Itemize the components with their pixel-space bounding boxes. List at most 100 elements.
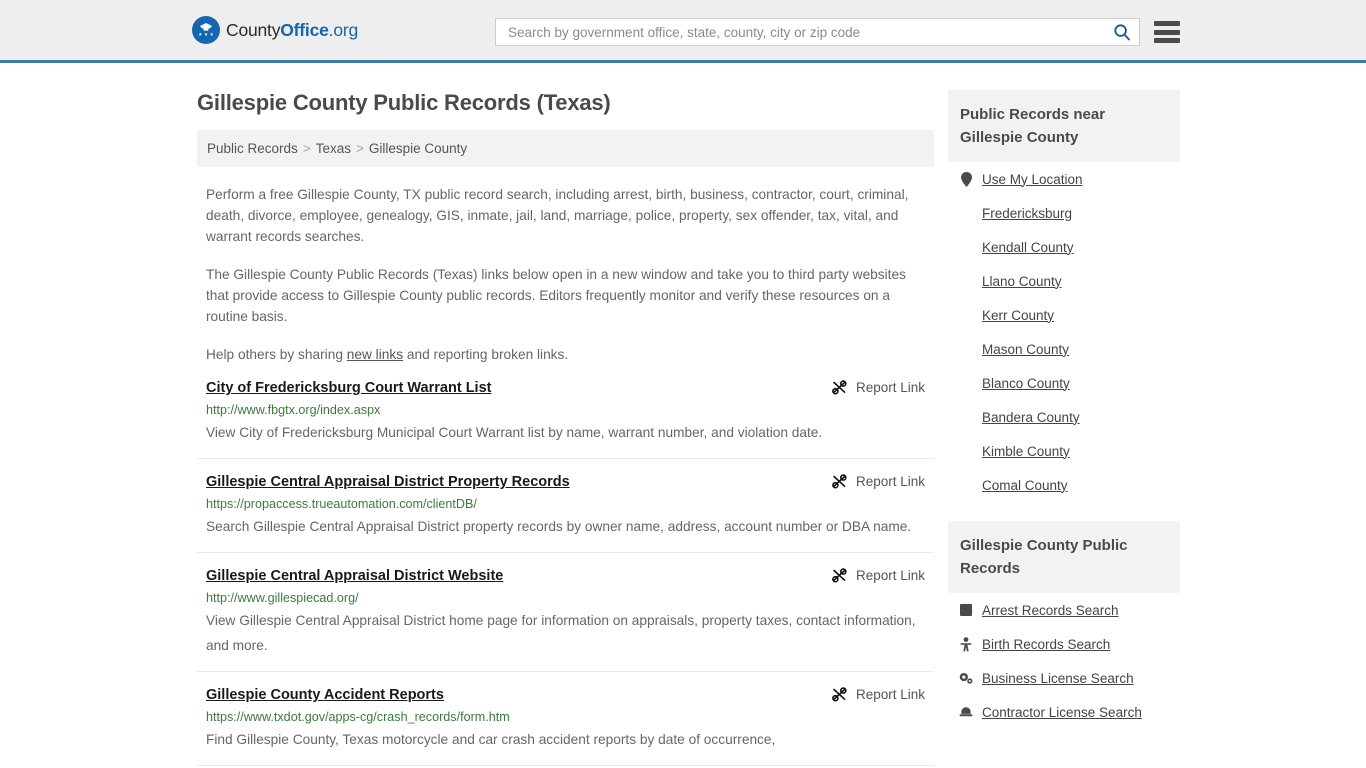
header-search-area	[495, 18, 1180, 46]
result-description: Find Gillespie County, Texas motorcycle …	[206, 732, 776, 747]
sidebar-link-label[interactable]: Contractor License Search	[982, 705, 1142, 720]
sidebar-link-label[interactable]: Bandera County	[982, 410, 1080, 425]
sidebar-item-comal-county[interactable]: Comal County	[948, 468, 1180, 502]
search-icon[interactable]	[1113, 23, 1131, 41]
sidebar-item-birth-records-search[interactable]: Birth Records Search	[948, 627, 1180, 661]
sidebar-item-llano-county[interactable]: Llano County	[948, 264, 1180, 298]
sidebar-link-label[interactable]: Comal County	[982, 478, 1068, 493]
result-title-link[interactable]: Gillespie Central Appraisal District Web…	[206, 567, 503, 585]
hard-hat-icon	[959, 704, 973, 720]
sidebar-link-label[interactable]: Mason County	[982, 342, 1069, 357]
sidebar-nearby-heading: Public Records near Gillespie County	[948, 90, 1180, 162]
help-prefix: Help others by sharing	[206, 347, 347, 362]
site-header: CountyOffice.org	[0, 0, 1366, 63]
page-title: Gillespie County Public Records (Texas)	[197, 90, 611, 115]
breadcrumb-item-gillespie-county[interactable]: Gillespie County	[369, 141, 467, 156]
logo-text-org: .org	[328, 19, 359, 40]
sidebar-link-label[interactable]: Use My Location	[982, 172, 1083, 187]
report-link-button[interactable]: Report Link	[831, 379, 925, 396]
sidebar-item-fredericksburg[interactable]: Fredericksburg	[948, 196, 1180, 230]
sidebar-item-arrest-records-search[interactable]: Arrest Records Search	[948, 593, 1180, 627]
result-title-link[interactable]: Gillespie County Accident Reports	[206, 686, 444, 704]
sidebar-item-bandera-county[interactable]: Bandera County	[948, 400, 1180, 434]
report-link-label: Report Link	[855, 568, 925, 583]
baby-icon	[959, 636, 973, 652]
help-suffix: and reporting broken links.	[403, 347, 569, 362]
secondary-paragraph: The Gillespie County Public Records (Tex…	[206, 267, 906, 324]
sidebar-item-business-license-search[interactable]: Business License Search	[948, 661, 1180, 695]
result-item: Gillespie Central Appraisal District Pro…	[197, 459, 934, 553]
sidebar-item-use-my-location[interactable]: Use My Location	[948, 162, 1180, 196]
hamburger-bar	[1154, 38, 1180, 43]
sidebar-item-kendall-county[interactable]: Kendall County	[948, 230, 1180, 264]
sidebar-item-kimble-county[interactable]: Kimble County	[948, 434, 1180, 468]
sidebar-item-mason-county[interactable]: Mason County	[948, 332, 1180, 366]
result-description: View City of Fredericksburg Municipal Co…	[206, 425, 823, 440]
new-links-link[interactable]: new links	[347, 347, 403, 362]
hamburger-menu-icon[interactable]	[1154, 21, 1180, 43]
sidebar-nearby-section: Public Records near Gillespie County Use…	[948, 90, 1180, 502]
result-item: Gillespie County Accident Reports Report…	[197, 672, 934, 766]
search-box[interactable]	[495, 18, 1140, 46]
square-icon	[959, 602, 973, 618]
sidebar-records-list: Arrest Records Search Birth Records Sear…	[948, 593, 1180, 729]
sidebar-link-label[interactable]: Kerr County	[982, 308, 1054, 323]
page-body: Gillespie County Public Records (Texas) …	[0, 63, 1366, 766]
sidebar-records-section: Gillespie County Public Records Arrest R…	[948, 521, 1180, 729]
result-url[interactable]: https://propaccess.trueautomation.com/cl…	[206, 497, 925, 511]
intro-paragraph: Perform a free Gillespie County, TX publ…	[206, 187, 909, 244]
eagle-seal-icon	[192, 16, 220, 44]
hamburger-bar	[1154, 21, 1180, 26]
cogs-icon	[959, 670, 973, 686]
broken-link-icon	[832, 687, 847, 702]
hamburger-bar	[1154, 29, 1180, 35]
sidebar-link-label[interactable]: Business License Search	[982, 671, 1134, 686]
broken-link-icon	[832, 568, 847, 583]
report-link-label: Report Link	[855, 380, 925, 395]
map-pin-icon	[959, 171, 973, 187]
result-title-link[interactable]: Gillespie Central Appraisal District Pro…	[206, 473, 570, 491]
logo-text-county: County	[226, 19, 281, 40]
result-description: View Gillespie Central Appraisal Distric…	[206, 613, 916, 653]
result-item: Gillespie Central Appraisal District Web…	[197, 553, 934, 672]
sidebar-item-kerr-county[interactable]: Kerr County	[948, 298, 1180, 332]
result-url[interactable]: http://www.gillespiecad.org/	[206, 591, 925, 605]
sidebar-nearby-list: Use My Location Fredericksburg Kendall C…	[948, 162, 1180, 502]
report-link-label: Report Link	[855, 687, 925, 702]
breadcrumb-item-public-records[interactable]: Public Records	[207, 141, 298, 156]
sidebar-link-label[interactable]: Blanco County	[982, 376, 1070, 391]
sidebar-link-label[interactable]: Birth Records Search	[982, 637, 1110, 652]
sidebar-link-label[interactable]: Kimble County	[982, 444, 1070, 459]
report-link-button[interactable]: Report Link	[831, 686, 925, 703]
site-logo[interactable]: CountyOffice.org	[192, 16, 358, 44]
search-input[interactable]	[506, 23, 1113, 41]
logo-text-office: Office	[280, 19, 329, 40]
sidebar-link-label[interactable]: Arrest Records Search	[982, 603, 1119, 618]
result-title-link[interactable]: City of Fredericksburg Court Warrant Lis…	[206, 379, 491, 397]
sidebar: Public Records near Gillespie County Use…	[948, 63, 1180, 766]
sidebar-link-label[interactable]: Fredericksburg	[982, 206, 1072, 221]
report-link-button[interactable]: Report Link	[831, 567, 925, 584]
main-content: Gillespie County Public Records (Texas) …	[197, 63, 934, 766]
result-url[interactable]: http://www.fbgtx.org/index.aspx	[206, 403, 925, 417]
sidebar-item-contractor-license-search[interactable]: Contractor License Search	[948, 695, 1180, 729]
report-link-button[interactable]: Report Link	[831, 473, 925, 490]
result-url[interactable]: https://www.txdot.gov/apps-cg/crash_reco…	[206, 710, 925, 724]
sidebar-item-blanco-county[interactable]: Blanco County	[948, 366, 1180, 400]
broken-link-icon	[832, 380, 847, 395]
sidebar-link-label[interactable]: Llano County	[982, 274, 1062, 289]
logo-wordmark: CountyOffice.org	[226, 20, 358, 41]
result-item: City of Fredericksburg Court Warrant Lis…	[197, 365, 934, 459]
breadcrumb-item-texas[interactable]: Texas	[316, 141, 351, 156]
sidebar-link-label[interactable]: Kendall County	[982, 240, 1074, 255]
breadcrumb-separator: >	[355, 141, 364, 156]
